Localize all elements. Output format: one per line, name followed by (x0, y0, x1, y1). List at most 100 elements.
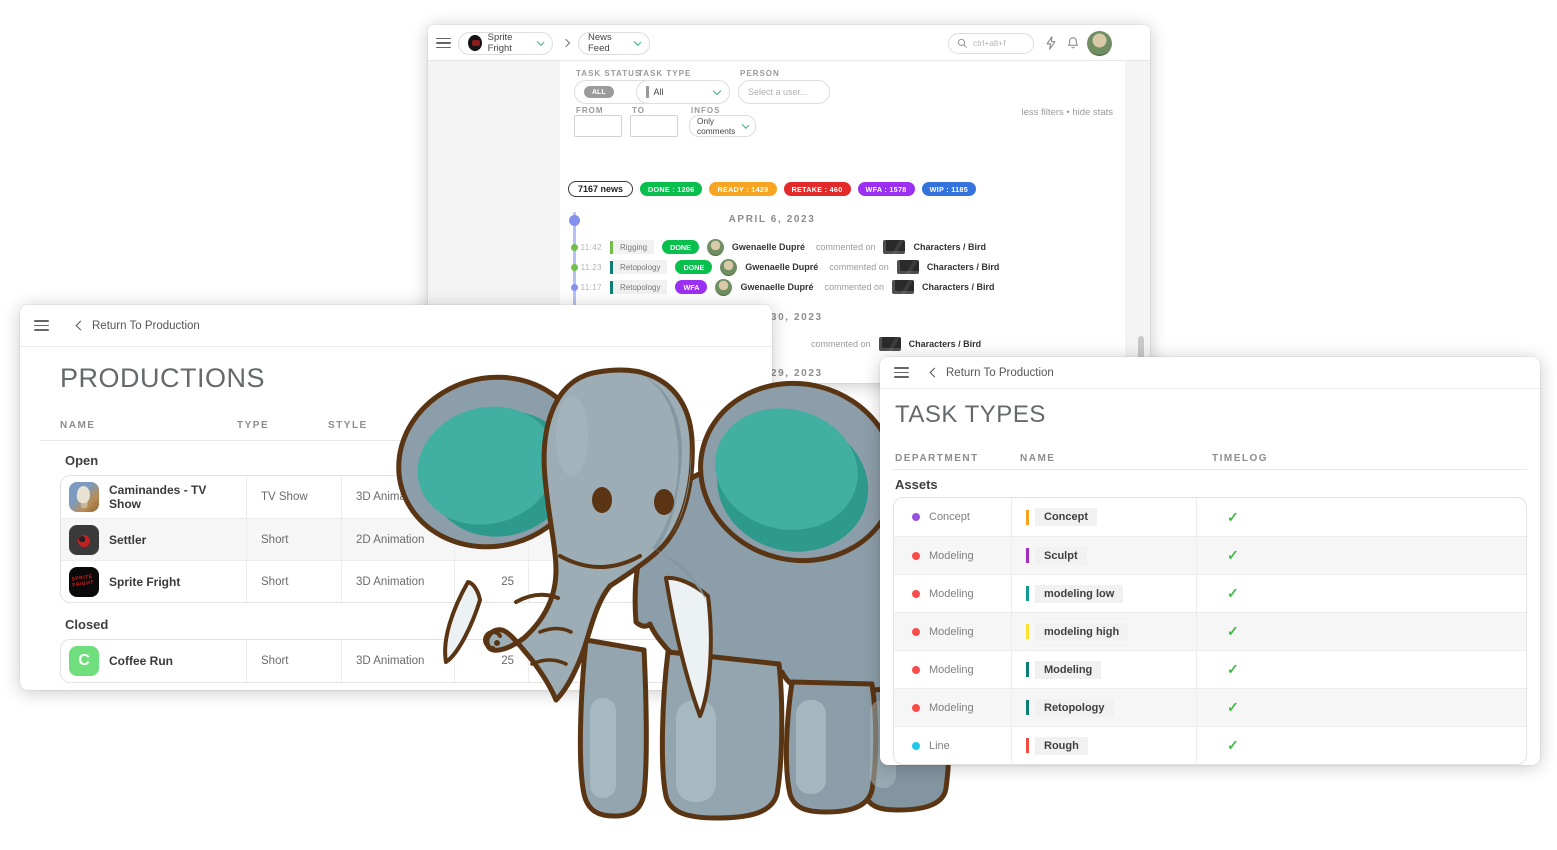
task-type-row[interactable]: ModelingSculpt✓ (894, 536, 1526, 574)
task-status-value: ALL (584, 86, 614, 98)
production-thumbnail (69, 525, 99, 555)
production-thumbnail (69, 567, 99, 597)
return-to-production-button[interactable]: Return To Production (77, 320, 200, 332)
production-name[interactable]: Sprite Fright (109, 575, 180, 589)
quick-actions-button[interactable] (1044, 25, 1058, 61)
timeline-item-dot (571, 264, 578, 271)
task-type-name[interactable]: Sculpt (1035, 547, 1087, 565)
total-news-badge: 7167 news (568, 181, 633, 197)
department-color-dot (912, 552, 920, 560)
from-label: FROM (576, 106, 604, 115)
department-cell: Concept (894, 498, 1011, 536)
chevron-left-icon (930, 368, 940, 378)
search-placeholder: ctrl+alt+f (973, 38, 1006, 48)
feed-task-type-chip: Retopology (610, 260, 667, 274)
entity-thumbnail (897, 260, 919, 274)
task-type-row[interactable]: Modelingmodeling high✓ (894, 612, 1526, 650)
task-type-name-cell: Concept (1011, 498, 1196, 536)
task-type-name-cell: modeling high (1011, 613, 1196, 650)
feed-author-name[interactable]: Gwenaelle Dupré (732, 242, 808, 252)
task-type-select[interactable]: All (636, 80, 730, 104)
entity-thumbnail (883, 240, 905, 254)
department-name: Modeling (929, 588, 974, 600)
production-name-cell: Caminandes - TV Show (61, 476, 246, 518)
chevron-down-icon (713, 86, 721, 94)
department-name: Modeling (929, 664, 974, 676)
page-title: TASK TYPES (895, 401, 1046, 429)
hamburger-icon[interactable] (34, 320, 49, 331)
task-type-name[interactable]: Rough (1035, 737, 1088, 755)
status-badge: DONE (662, 240, 699, 254)
department-name: Modeling (929, 702, 974, 714)
production-type-cell: Short (246, 519, 341, 560)
status-badge: WFA (675, 280, 707, 294)
feed-entity-link[interactable]: Characters / Bird (922, 282, 995, 292)
task-type-color-bar (1026, 586, 1029, 601)
task-type-name[interactable]: Modeling (1035, 661, 1101, 679)
news-feed-item[interactable]: 11:42RiggingDONEGwenaelle Duprécommented… (568, 237, 1128, 257)
task-type-row[interactable]: Concept Concept ✓ (894, 498, 1526, 536)
elephant-eye (654, 489, 674, 515)
task-type-name-cell: Modeling (1011, 651, 1196, 688)
hamburger-icon[interactable] (436, 38, 451, 49)
productions-header-bar: Return To Production (20, 305, 772, 347)
feed-entity-link[interactable]: Characters / Bird (909, 339, 982, 349)
feed-task-type-label: Retopology (613, 260, 667, 274)
task-type-color-bar (1026, 624, 1029, 639)
hamburger-icon[interactable] (894, 367, 909, 378)
task-type-name[interactable]: modeling low (1035, 585, 1123, 603)
search-input[interactable]: ctrl+alt+f (948, 33, 1034, 54)
production-name[interactable]: Settler (109, 533, 146, 547)
feed-action-text: commented on (811, 339, 871, 349)
person-input[interactable]: Select a user... (738, 80, 830, 104)
production-name[interactable]: Caminandes - TV Show (109, 483, 238, 511)
department-name: Line (929, 740, 950, 752)
timelog-cell: ✓ (1196, 651, 1526, 688)
user-avatar[interactable] (1087, 25, 1112, 61)
chevron-right-icon (562, 39, 570, 47)
status-count-badge: READY : 1429 (709, 182, 776, 196)
task-types-header-bar: Return To Production (880, 357, 1540, 389)
task-type-name[interactable]: modeling high (1035, 623, 1128, 641)
infos-select[interactable]: Only comments (689, 115, 756, 137)
column-header-department: DEPARTMENT (895, 453, 979, 464)
feed-author-name[interactable]: Gwenaelle Dupré (740, 282, 816, 292)
task-type-row[interactable]: LineRough✓ (894, 726, 1526, 764)
production-type-cell: TV Show (246, 476, 341, 518)
feed-author-name[interactable]: Gwenaelle Dupré (745, 262, 821, 272)
production-thumbnail: C (69, 646, 99, 676)
column-header-name: NAME (60, 420, 95, 431)
section-select[interactable]: News Feed (578, 32, 650, 55)
notifications-button[interactable] (1066, 25, 1080, 61)
section-select-value: News Feed (588, 32, 629, 54)
menu-button[interactable] (436, 25, 451, 61)
task-type-name[interactable]: Retopology (1035, 699, 1114, 717)
to-label: TO (632, 106, 645, 115)
elephant-eye (592, 487, 612, 513)
column-header-name: NAME (1020, 453, 1055, 464)
to-date-input[interactable] (630, 115, 678, 137)
feed-entity-link[interactable]: Characters / Bird (913, 242, 986, 252)
news-feed-item[interactable]: 11:23RetopologyDONEGwenaelle Duprécommen… (568, 257, 1128, 277)
news-feed-item[interactable]: 11:17RetopologyWFAGwenaelle Duprécomment… (568, 277, 1128, 297)
feed-entity-link[interactable]: Characters / Bird (927, 262, 1000, 272)
return-to-production-button[interactable]: Return To Production (931, 367, 1054, 379)
chevron-left-icon (76, 321, 86, 331)
task-type-row[interactable]: ModelingRetopology✓ (894, 688, 1526, 726)
production-type-cell: Short (246, 561, 341, 602)
chevron-down-icon (536, 38, 544, 46)
timelog-cell: ✓ (1196, 498, 1526, 536)
department-cell: Modeling (894, 575, 1011, 612)
task-type-row[interactable]: Modeling Modeling ✓ (894, 650, 1526, 688)
timelog-cell: ✓ (1196, 575, 1526, 612)
page-title: PRODUCTIONS (60, 363, 265, 394)
status-badge: DONE (675, 260, 712, 274)
avatar (1087, 31, 1112, 56)
production-name[interactable]: Coffee Run (109, 654, 173, 668)
feed-task-type-chip: Rigging (610, 240, 654, 254)
task-type-row[interactable]: Modeling modeling low ✓ (894, 574, 1526, 612)
production-select[interactable]: Sprite Fright (458, 32, 553, 55)
task-type-name[interactable]: Concept (1035, 508, 1097, 526)
less-filters-link[interactable]: less filters • hide stats (1022, 107, 1114, 118)
from-date-input[interactable] (574, 115, 622, 137)
